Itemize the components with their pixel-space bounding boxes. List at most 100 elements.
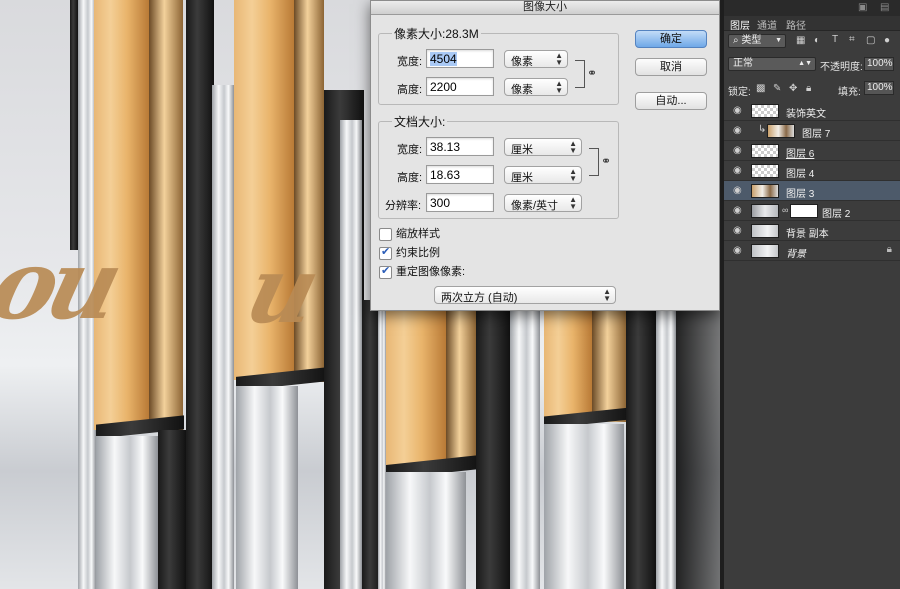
canvas-chrome-bar — [544, 424, 624, 589]
lock-all-icon[interactable]: 🔒︎ — [806, 83, 811, 94]
pixel-dimensions-title: 像素大小:28.3M — [392, 25, 481, 42]
eye-icon[interactable]: ◉ — [733, 205, 742, 216]
layer-thumbnail — [751, 164, 779, 178]
canvas-chrome-bar — [386, 472, 466, 589]
layer-row[interactable]: ◉ 背景 🔒︎ — [724, 241, 900, 261]
canvas-gold-key-side — [592, 310, 626, 422]
layer-row[interactable]: ◉ ∞ 图层 2 — [724, 201, 900, 221]
eye-icon[interactable]: ◉ — [733, 225, 742, 236]
tab-paths[interactable]: 路径 — [786, 17, 806, 32]
pixel-width-label: 宽度: — [397, 56, 423, 68]
canvas-chrome-bar — [378, 300, 386, 589]
canvas-chrome-bar — [510, 310, 540, 589]
lock-position-icon[interactable]: ✥ — [789, 83, 797, 94]
lock-label: 锁定: — [728, 87, 751, 98]
canvas-dark-bar — [626, 310, 656, 589]
resample-checkbox[interactable]: 重定图像像素: — [379, 265, 465, 280]
layer-name[interactable]: 图层 2 — [822, 205, 850, 220]
filter-toggle-icon[interactable]: ● — [884, 35, 890, 46]
new-document-icon[interactable]: ▣ — [858, 2, 867, 13]
pixel-link-bracket — [575, 60, 585, 88]
shape-filter-icon[interactable]: ⌗ — [849, 34, 855, 45]
scale-styles-checkbox[interactable]: 缩放样式 — [379, 228, 440, 242]
layer-row[interactable]: ◉ 图层 3 — [724, 181, 900, 201]
layer-mask-thumbnail[interactable] — [790, 204, 818, 218]
link-icon: ∞ — [782, 205, 789, 215]
eye-icon[interactable]: ◉ — [733, 145, 742, 156]
layer-name[interactable]: 背景 — [786, 245, 806, 260]
layer-row[interactable]: ◉ 背景 副本 — [724, 221, 900, 241]
resolution-input[interactable]: 300 — [426, 193, 494, 212]
eye-icon[interactable]: ◉ — [733, 245, 742, 256]
layer-thumbnail — [751, 204, 779, 218]
opacity-label: 不透明度: — [820, 62, 863, 73]
doc-link-bracket — [589, 148, 599, 176]
layers-panel: ▣ ▤ 图层 通道 路径 ⌕ 类型 ▼ ▦ ◐ T ⌗ ▢ ● 正常 ▲▼ 不透明度… — [724, 0, 900, 589]
tab-layers[interactable]: 图层 — [730, 17, 750, 32]
layer-thumbnail — [751, 144, 779, 158]
fill-input[interactable]: 100% — [864, 81, 894, 95]
layer-name[interactable]: 图层 4 — [786, 165, 814, 180]
adjustment-filter-icon[interactable]: ◐ — [814, 35, 820, 46]
panel-header: ▣ ▤ — [724, 0, 900, 16]
resample-method-select[interactable]: 两次立方 (自动) ▲ ▼ — [434, 286, 616, 304]
ok-button[interactable]: 确定 — [635, 30, 707, 48]
pixel-width-unit-select[interactable]: 像素 ▲ ▼ — [504, 50, 568, 68]
layer-thumbnail — [751, 244, 779, 258]
layer-name[interactable]: 背景 副本 — [786, 225, 829, 240]
canvas-dark-bar — [158, 430, 186, 589]
trash-icon[interactable]: ▤ — [880, 2, 889, 13]
layer-name[interactable]: 图层 3 — [786, 185, 814, 200]
canvas-dark-bar — [70, 0, 78, 250]
eye-icon[interactable]: ◉ — [733, 105, 742, 116]
auto-button[interactable]: 自动... — [635, 92, 707, 110]
chain-link-icon: ⚭ — [587, 66, 598, 80]
layer-name[interactable]: 装饰英文 — [786, 105, 826, 120]
chain-link-icon: ⚭ — [601, 154, 612, 168]
type-filter-icon[interactable]: T — [832, 34, 838, 45]
fill-label: 填充: — [838, 87, 861, 98]
panel-tabs: 图层 通道 路径 — [724, 16, 900, 32]
doc-height-unit-select[interactable]: 厘米 ▲ ▼ — [504, 166, 582, 184]
lock-icon: 🔒︎ — [886, 244, 892, 255]
constrain-proportions-checkbox[interactable]: 约束比例 — [379, 246, 440, 261]
document-size-title: 文档大小: — [392, 113, 448, 130]
canvas-gold-key — [386, 305, 446, 465]
layer-row[interactable]: ◉ 图层 6 — [724, 141, 900, 161]
doc-height-input[interactable]: 18.63 — [426, 165, 494, 184]
pixel-width-input[interactable]: 4504 — [426, 49, 494, 68]
doc-width-input[interactable]: 38.13 — [426, 137, 494, 156]
layer-row[interactable]: ◉ 装饰英文 — [724, 101, 900, 121]
cancel-button[interactable]: 取消 — [635, 58, 707, 76]
layer-name[interactable]: 图层 6 — [786, 145, 814, 160]
canvas-dark-bar — [476, 300, 510, 589]
image-size-dialog: 图像大小 像素大小:28.3M 宽度: 4504 像素 ▲ ▼ 高度: 2200 像… — [370, 0, 720, 311]
pixel-height-unit-select[interactable]: 像素 ▲ ▼ — [504, 78, 568, 96]
pixel-height-input[interactable]: 2200 — [426, 77, 494, 96]
canvas-chrome-bar — [656, 310, 676, 589]
tab-channels[interactable]: 通道 — [757, 17, 777, 32]
clipping-mask-icon: ↳ — [758, 124, 767, 135]
layer-row[interactable]: ◉ ↳ 图层 7 — [724, 121, 900, 141]
opacity-input[interactable]: 100% — [864, 57, 894, 71]
layer-thumbnail — [767, 124, 795, 138]
canvas-gold-key-side — [149, 0, 183, 432]
canvas-chrome-bar — [96, 436, 158, 589]
layer-row[interactable]: ◉ 图层 4 — [724, 161, 900, 181]
dialog-title: 图像大小 — [371, 1, 719, 15]
pixel-filter-icon[interactable]: ▦ — [796, 35, 805, 46]
eye-icon[interactable]: ◉ — [733, 125, 742, 136]
canvas-gold-key-side — [446, 305, 476, 467]
layer-filter-select[interactable]: ⌕ 类型 ▼ — [728, 34, 786, 48]
smart-object-filter-icon[interactable]: ▢ — [866, 35, 875, 46]
canvas-chrome-bar — [212, 85, 234, 589]
resolution-unit-select[interactable]: 像素/英寸 ▲ ▼ — [504, 194, 582, 212]
layer-name[interactable]: 图层 7 — [802, 125, 830, 140]
blend-mode-select[interactable]: 正常 ▲▼ — [728, 57, 816, 71]
doc-width-unit-select[interactable]: 厘米 ▲ ▼ — [504, 138, 582, 156]
eye-icon[interactable]: ◉ — [733, 185, 742, 196]
pixel-height-label: 高度: — [397, 84, 423, 96]
eye-icon[interactable]: ◉ — [733, 165, 742, 176]
lock-paint-icon[interactable]: ✎ — [773, 83, 781, 94]
lock-transparent-icon[interactable]: ▩ — [756, 83, 765, 94]
